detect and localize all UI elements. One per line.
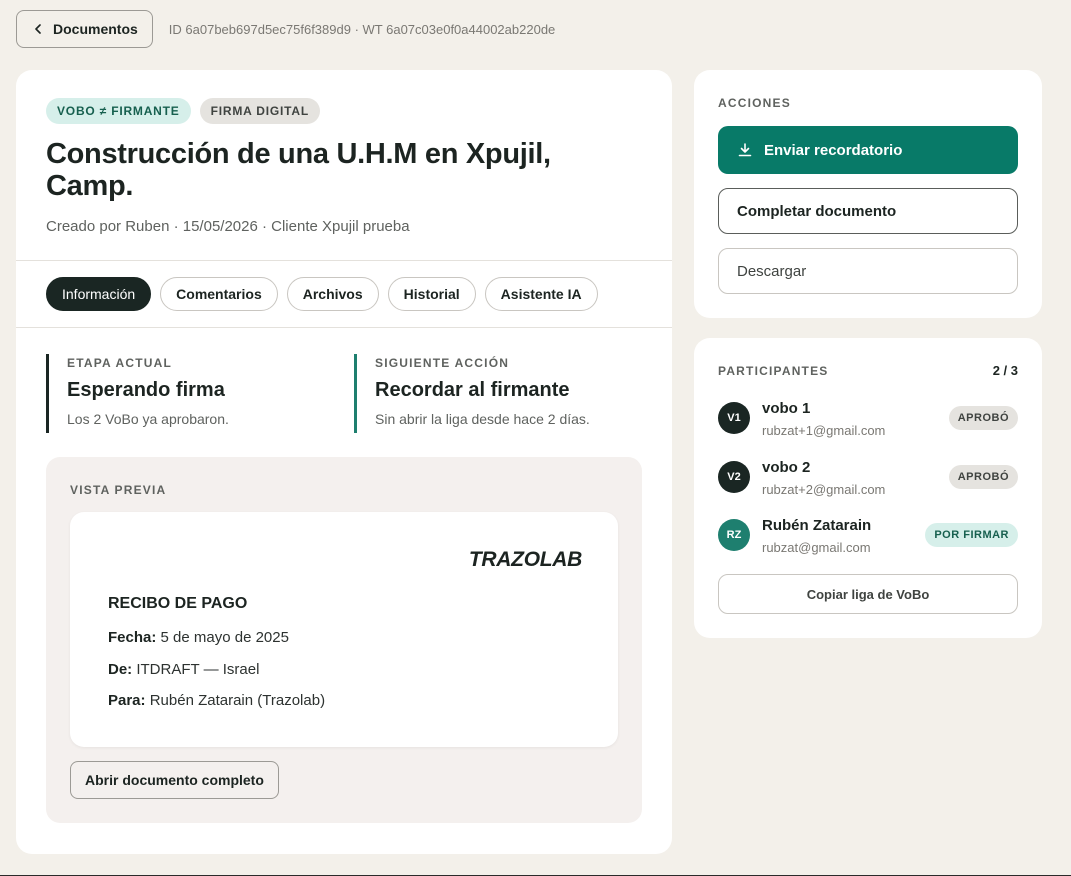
receipt-de-value: ITDRAFT — Israel <box>136 661 260 678</box>
current-stage-label: ETAPA ACTUAL <box>67 356 173 370</box>
badge-vobo-firmante: VOBO ≠ FIRMANTE <box>46 98 191 124</box>
receipt-para-label: Para: <box>108 692 146 709</box>
document-badges: VOBO ≠ FIRMANTE FIRMA DIGITAL <box>46 98 320 124</box>
download-icon <box>738 143 752 157</box>
participant-email: rubzat+1@gmail.com <box>762 423 886 438</box>
receipt-para-value: Rubén Zatarain (Trazolab) <box>149 692 326 709</box>
next-action-value: Recordar al firmante <box>375 379 570 401</box>
next-action-note: Sin abrir la liga desde hace 2 días. <box>375 411 590 427</box>
avatar: V1 <box>718 402 750 434</box>
document-meta: Creado por Ruben · 15/05/2026 · Cliente … <box>46 218 410 235</box>
send-reminder-button[interactable]: Enviar recordatorio <box>718 126 1018 174</box>
preview-paper: TRAZOLAB RECIBO DE PAGO Fecha: 5 de mayo… <box>70 512 618 747</box>
status-badge: APROBÓ <box>948 406 1018 430</box>
tab-asistente-ia[interactable]: Asistente IA <box>484 277 598 311</box>
participant-row: V1 vobo 1 rubzat+1@gmail.com APROBÓ <box>718 400 1018 440</box>
chevron-left-icon <box>35 24 41 34</box>
topbar: Documentos ID 6a07beb697d5ec75f6f389d9 ·… <box>16 10 555 48</box>
current-stage: ETAPA ACTUAL Esperando firma Los 2 VoBo … <box>46 354 229 433</box>
status-badge: APROBÓ <box>948 465 1018 489</box>
tab-historial[interactable]: Historial <box>387 277 476 311</box>
participant-name: vobo 1 <box>762 400 811 417</box>
actions-label: ACCIONES <box>718 96 791 110</box>
tab-informacion[interactable]: Información <box>46 277 152 311</box>
open-full-document-button[interactable]: Abrir documento completo <box>70 761 279 799</box>
participants-count: 2 / 3 <box>992 363 1018 378</box>
brand-logo: TRAZOLAB <box>468 548 582 571</box>
divider <box>16 260 672 261</box>
preview-label: VISTA PREVIA <box>70 483 167 497</box>
actions-card: ACCIONES Enviar recordatorio Completar d… <box>694 70 1042 318</box>
complete-document-button[interactable]: Completar documento <box>718 188 1018 234</box>
receipt-fecha: Fecha: 5 de mayo de 2025 <box>108 629 289 646</box>
participants-label: PARTICIPANTES <box>718 364 829 378</box>
avatar: V2 <box>718 461 750 493</box>
receipt-para: Para: Rubén Zatarain (Trazolab) <box>108 692 325 709</box>
send-reminder-label: Enviar recordatorio <box>764 141 903 159</box>
back-to-documents-button[interactable]: Documentos <box>16 10 153 48</box>
participants-card: PARTICIPANTES 2 / 3 V1 vobo 1 rubzat+1@g… <box>694 338 1042 638</box>
current-stage-note: Los 2 VoBo ya aprobaron. <box>67 411 229 427</box>
back-button-label: Documentos <box>53 21 138 37</box>
status-badge: POR FIRMAR <box>925 523 1018 547</box>
tab-bar: Información Comentarios Archivos Histori… <box>46 277 598 311</box>
participant-email: rubzat+2@gmail.com <box>762 482 886 497</box>
copy-vobo-link-button[interactable]: Copiar liga de VoBo <box>718 574 1018 614</box>
participant-email: rubzat@gmail.com <box>762 540 871 555</box>
participant-name: Rubén Zatarain <box>762 517 872 534</box>
avatar: RZ <box>718 519 750 551</box>
next-action: SIGUIENTE ACCIÓN Recordar al firmante Si… <box>354 354 590 433</box>
receipt-de: De: ITDRAFT — Israel <box>108 661 259 678</box>
badge-firma-digital: FIRMA DIGITAL <box>199 98 320 124</box>
next-action-label: SIGUIENTE ACCIÓN <box>375 356 510 370</box>
receipt-fecha-label: Fecha: <box>108 629 157 646</box>
divider <box>16 327 672 328</box>
participant-row: RZ Rubén Zatarain rubzat@gmail.com POR F… <box>718 517 1018 557</box>
document-ids: ID 6a07beb697d5ec75f6f389d9 · WT 6a07c03… <box>168 21 556 37</box>
document-title: Construcción de una U.H.M en Xpujil, Cam… <box>46 138 551 202</box>
document-preview: VISTA PREVIA TRAZOLAB RECIBO DE PAGO Fec… <box>46 457 642 823</box>
participant-name: vobo 2 <box>762 459 811 476</box>
tab-comentarios[interactable]: Comentarios <box>160 277 278 311</box>
document-detail-card: VOBO ≠ FIRMANTE FIRMA DIGITAL Construcci… <box>16 70 672 854</box>
download-button[interactable]: Descargar <box>718 248 1018 294</box>
receipt-title: RECIBO DE PAGO <box>108 595 248 612</box>
current-stage-value: Esperando firma <box>67 379 225 401</box>
tab-archivos[interactable]: Archivos <box>286 277 379 311</box>
receipt-fecha-value: 5 de mayo de 2025 <box>160 629 289 646</box>
participant-row: V2 vobo 2 rubzat+2@gmail.com APROBÓ <box>718 459 1018 499</box>
receipt-de-label: De: <box>108 661 133 678</box>
